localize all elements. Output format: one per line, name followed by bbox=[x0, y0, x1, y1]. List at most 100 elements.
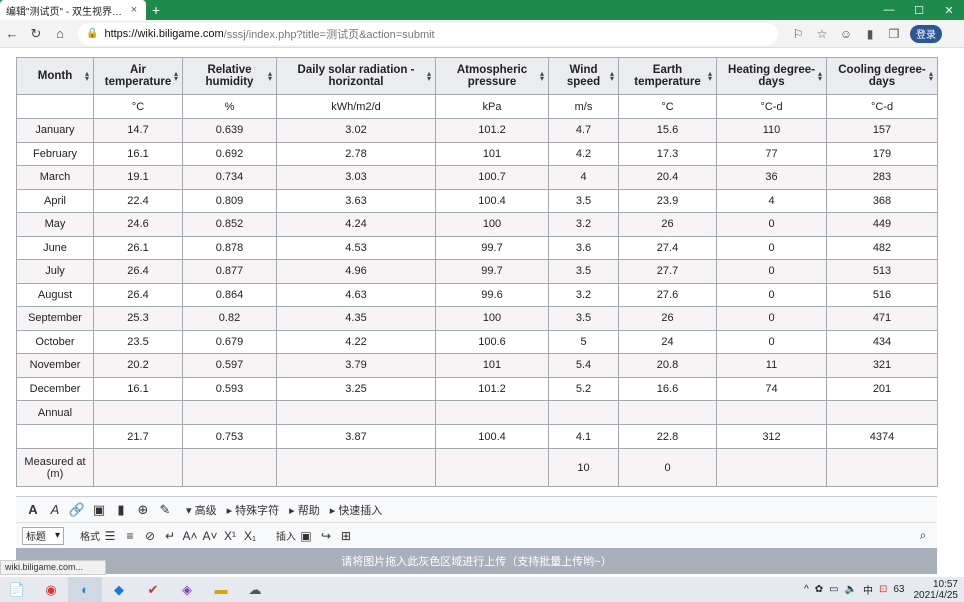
table-row: April 22.4 0.809 3.63 100.4 3.5 23.9 4 368 bbox=[16, 188, 938, 213]
cell-earth: 24 bbox=[618, 329, 717, 354]
image-icon[interactable]: ▣ bbox=[88, 502, 110, 518]
cell-cooling: 201 bbox=[826, 376, 938, 401]
column-header[interactable]: Earth temperature ▴ ▾ bbox=[618, 57, 717, 95]
tray-arrow-icon[interactable]: ^ bbox=[804, 584, 809, 595]
search-replace-icon[interactable]: ⌕ bbox=[913, 528, 933, 543]
cell-solar: 3.63 bbox=[276, 188, 436, 213]
battery-icon[interactable]: ▮ bbox=[858, 27, 882, 41]
sort-icon[interactable]: ▴ ▾ bbox=[85, 70, 89, 83]
cloud-icon[interactable]: ☁ bbox=[238, 577, 272, 602]
cell-month: June bbox=[16, 235, 94, 260]
notification-badge[interactable]: 63 bbox=[893, 584, 904, 595]
clock[interactable]: 10:57 2021/4/25 bbox=[914, 579, 959, 601]
big-text-icon[interactable]: A˄ bbox=[180, 529, 200, 543]
gallery-icon[interactable]: ▣ bbox=[296, 529, 316, 543]
cell-heating: 36 bbox=[716, 165, 827, 190]
reload-icon[interactable]: ↻ bbox=[24, 26, 48, 42]
link-icon[interactable]: 🔗 bbox=[66, 502, 88, 518]
column-header[interactable]: Month ▴ ▾ bbox=[16, 57, 94, 95]
antivirus-icon[interactable]: ⊡ bbox=[879, 584, 887, 595]
column-header[interactable]: Heating degree-days ▴ ▾ bbox=[716, 57, 827, 95]
back-arrow-icon[interactable]: ← bbox=[0, 26, 24, 41]
favorite-star-icon[interactable]: ☆ bbox=[810, 27, 834, 41]
image-upload-dropzone[interactable]: 请将图片拖入此灰色区域进行上传（支持批量上传哟~） bbox=[16, 548, 937, 574]
cell-air: 24.6 bbox=[93, 212, 183, 237]
sort-icon[interactable]: ▴ ▾ bbox=[610, 70, 614, 83]
edge-browser-icon[interactable]: ◐ bbox=[68, 577, 102, 602]
maximize-icon[interactable]: ☐ bbox=[904, 4, 934, 17]
cell-rh: 0.597 bbox=[182, 353, 277, 378]
summary-month bbox=[16, 424, 94, 449]
bullet-list-icon[interactable]: ☰ bbox=[100, 529, 120, 543]
cell-wind: 4.2 bbox=[548, 141, 619, 166]
advanced-menu[interactable]: ▾ 高级 bbox=[186, 502, 217, 518]
units-row: °C% kWh/m2/d kPa m/s °C °C-d °C-d bbox=[16, 94, 938, 119]
table-icon[interactable]: ⊞ bbox=[336, 529, 356, 543]
cell-air: 25.3 bbox=[93, 306, 183, 331]
help-menu[interactable]: ▸ 帮助 bbox=[289, 502, 320, 518]
newline-icon[interactable]: ↵ bbox=[160, 529, 180, 543]
small-text-icon[interactable]: A˅ bbox=[200, 529, 220, 543]
translate-icon[interactable]: ⚐ bbox=[786, 27, 810, 41]
special-chars-menu[interactable]: ▸ 特殊字符 bbox=[227, 502, 280, 518]
file-explorer-doc-icon[interactable]: 📄 bbox=[0, 577, 34, 602]
cell-rh: 0.639 bbox=[182, 118, 277, 143]
tab-close-icon[interactable]: × bbox=[128, 4, 140, 16]
column-header[interactable]: Atmospheric pressure ▴ ▾ bbox=[435, 57, 549, 95]
sort-icon[interactable]: ▴ ▾ bbox=[268, 70, 272, 83]
italic-icon[interactable]: A bbox=[44, 502, 66, 517]
address-bar[interactable]: 🔒 https://wiki.biligame.com /sssj/index.… bbox=[78, 22, 778, 45]
subscript-icon[interactable]: X₁ bbox=[240, 529, 260, 543]
cell-pressure: 99.6 bbox=[435, 282, 549, 307]
login-button[interactable]: 登录 bbox=[910, 24, 942, 43]
column-header[interactable]: Daily solar radiation - horizontal ▴ ▾ bbox=[276, 57, 436, 95]
network-icon[interactable]: ▭ bbox=[829, 584, 838, 595]
vscode-icon[interactable]: ◆ bbox=[102, 577, 136, 602]
sort-icon[interactable]: ▴ ▾ bbox=[427, 70, 431, 83]
sort-icon[interactable]: ▴ ▾ bbox=[818, 70, 822, 83]
column-header-label: Cooling degree-days bbox=[838, 64, 926, 88]
home-icon[interactable]: ⌂ bbox=[48, 26, 72, 41]
annual-row: Annual bbox=[16, 400, 938, 425]
cell-month: March bbox=[16, 165, 94, 190]
column-header[interactable]: Relative humidity ▴ ▾ bbox=[182, 57, 277, 95]
sort-icon[interactable]: ▴ ▾ bbox=[929, 70, 933, 83]
cell-cooling: 482 bbox=[826, 235, 938, 260]
visual-studio-icon[interactable]: ◈ bbox=[170, 577, 204, 602]
bold-icon[interactable]: A bbox=[22, 502, 44, 517]
column-header[interactable]: Air temperature ▴ ▾ bbox=[93, 57, 183, 95]
netease-music-icon[interactable]: ◉ bbox=[34, 577, 68, 602]
redirect-icon[interactable]: ↪ bbox=[316, 529, 336, 543]
cell-heating: 0 bbox=[716, 282, 827, 307]
volume-icon[interactable]: 🔈 bbox=[845, 584, 857, 595]
annual-summary-row: 21.7 0.753 3.87 100.4 4.1 22.8 312 4374 bbox=[16, 424, 938, 449]
sort-icon[interactable]: ▴ ▾ bbox=[708, 70, 712, 83]
minimize-icon[interactable]: — bbox=[874, 4, 904, 17]
input-language[interactable]: 中 bbox=[863, 582, 873, 597]
heading-select[interactable]: 标题 ▾ bbox=[22, 526, 64, 545]
column-header[interactable]: Wind speed ▴ ▾ bbox=[548, 57, 619, 95]
sort-icon[interactable]: ▴ ▾ bbox=[174, 70, 178, 83]
cell-pressure: 101 bbox=[435, 353, 549, 378]
sort-icon[interactable]: ▴ ▾ bbox=[540, 70, 544, 83]
app-red-icon[interactable]: ✔ bbox=[136, 577, 170, 602]
cell-cooling: 471 bbox=[826, 306, 938, 331]
cell-air: 26.1 bbox=[93, 235, 183, 260]
cell-wind: 5.4 bbox=[548, 353, 619, 378]
column-header[interactable]: Cooling degree-days ▴ ▾ bbox=[826, 57, 938, 95]
collections-icon[interactable]: ❐ bbox=[882, 27, 906, 41]
superscript-icon[interactable]: X¹ bbox=[220, 529, 240, 543]
numbered-list-icon[interactable]: ≡ bbox=[120, 529, 140, 543]
browser-tab[interactable]: 编辑"测试页" - 双生视界WIKI_BW × bbox=[0, 0, 146, 20]
unit-cell: °C bbox=[618, 94, 717, 119]
file-icon[interactable]: ▮ bbox=[110, 502, 132, 518]
extension-icon[interactable]: ☺ bbox=[834, 27, 858, 41]
quick-insert-menu[interactable]: ▸ 快速插入 bbox=[330, 502, 383, 518]
new-tab-button[interactable]: + bbox=[146, 2, 166, 18]
signature-icon[interactable]: ⊕ bbox=[132, 502, 154, 518]
close-window-icon[interactable]: ✕ bbox=[934, 4, 964, 17]
pencil-icon[interactable]: ✎ bbox=[154, 502, 176, 518]
nowiki-icon[interactable]: ⊘ bbox=[140, 529, 160, 543]
tray-flower-icon[interactable]: ✿ bbox=[815, 584, 823, 595]
folder-icon[interactable]: ▬ bbox=[204, 577, 238, 602]
